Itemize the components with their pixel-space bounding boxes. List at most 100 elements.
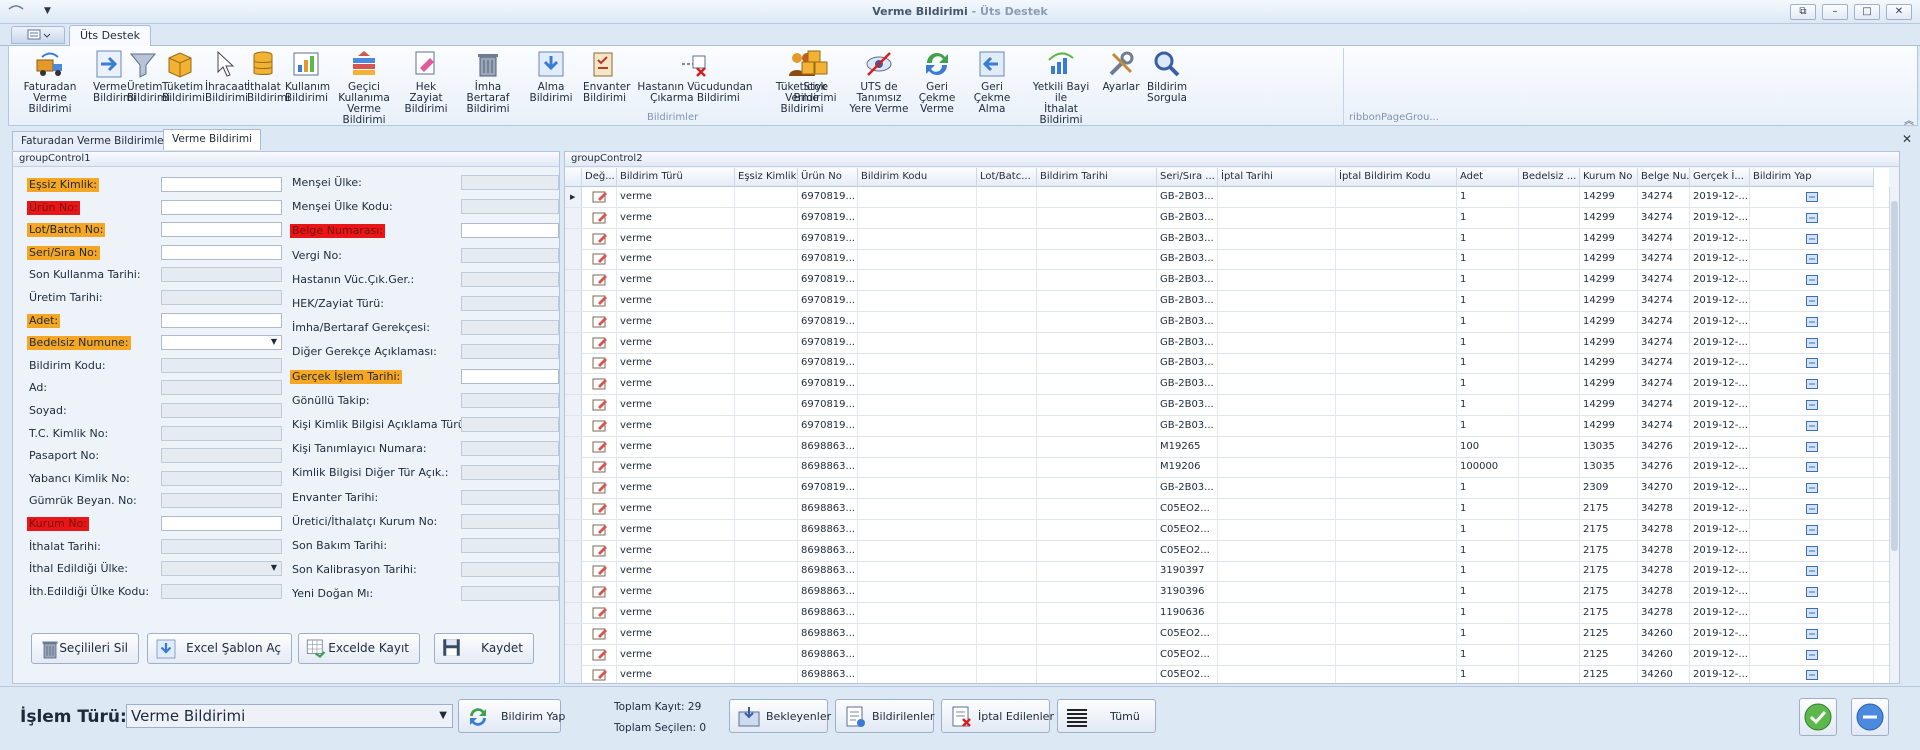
ribbon-button-5[interactable]: İthalat Bildirimi xyxy=(247,48,290,104)
edit-cell[interactable] xyxy=(582,540,617,561)
ribbon-button-20[interactable]: Bildirim Sorgula xyxy=(1147,48,1187,104)
form-button-0[interactable]: Seçilileri Sil xyxy=(31,633,139,664)
column-header[interactable]: Seri/Sıra ... xyxy=(1157,168,1218,187)
edit-cell[interactable] xyxy=(582,291,617,311)
bildirim-yap-button[interactable]: Bildirim Yap xyxy=(458,699,565,733)
application-menu-button[interactable] xyxy=(11,26,65,44)
restore-down-icon[interactable]: ⧉ xyxy=(1790,4,1816,20)
tab-verme-bildirimi[interactable]: Verme Bildirimi xyxy=(163,129,261,150)
table-row[interactable]: verme 6970819... GB-2B03... 1 14299 34274 2019… xyxy=(565,291,1889,312)
edit-cell[interactable] xyxy=(582,353,617,374)
table-row[interactable]: verme 8698863... 3190396 1 2175 34278 2019-12-… xyxy=(565,582,1889,604)
column-header[interactable]: Bildirim Kodu xyxy=(858,168,977,187)
islem-turu-select[interactable]: Verme Bildirimi ▼ xyxy=(126,704,453,728)
bildirim-yap-cell[interactable] xyxy=(1750,311,1874,332)
bildirim-yap-cell[interactable] xyxy=(1750,582,1874,603)
bildirim-yap-cell[interactable] xyxy=(1750,457,1874,478)
ribbon-button-18[interactable]: Yetkili Bayi ile İthalat Bildirimi xyxy=(1026,48,1096,126)
form-button-3[interactable]: Kaydet xyxy=(434,633,534,664)
table-row[interactable]: verme 8698863... C05EO2... 1 2125 34260 2019-1… xyxy=(565,665,1889,683)
bildirim-yap-cell[interactable] xyxy=(1750,644,1874,665)
edit-cell[interactable] xyxy=(582,478,617,499)
column-header[interactable]: Bedelsiz ... xyxy=(1519,168,1580,187)
close-document-icon[interactable]: ✕ xyxy=(1902,132,1912,146)
tab-faturadan-verme-bildirimleri[interactable]: Faturadan Verme Bildirimleri xyxy=(12,131,180,150)
bildirim-yap-cell[interactable] xyxy=(1750,187,1874,207)
bildirim-yap-cell[interactable] xyxy=(1750,540,1874,561)
table-row[interactable]: verme 6970819... GB-2B03... 1 14299 34274 2019… xyxy=(565,228,1889,250)
cancel-button[interactable] xyxy=(1851,698,1889,736)
table-row[interactable]: verme 6970819... GB-2B03... 1 2309 34270 2019-… xyxy=(565,478,1889,500)
confirm-button[interactable] xyxy=(1799,698,1837,736)
ribbon-button-16[interactable]: Geri Çekme Verme xyxy=(913,48,961,115)
column-header[interactable]: Kurum No xyxy=(1580,168,1638,187)
column-header[interactable]: Adet xyxy=(1457,168,1519,187)
table-row[interactable]: verme 6970819... GB-2B03... 1 14299 34274 2019… xyxy=(565,249,1889,271)
ribbon-button-17[interactable]: Geri Çekme Alma xyxy=(967,48,1017,115)
ribbon-button-8[interactable]: Hek Zayiat Bildirimi xyxy=(398,48,454,115)
edit-cell[interactable] xyxy=(582,311,617,332)
ribbon-button-14[interactable]: Stok Bildirimi xyxy=(787,48,843,104)
table-row[interactable]: verme 8698863... C05EO2... 1 2175 34278 2019-1… xyxy=(565,499,1889,520)
tumu-button[interactable]: Tümü xyxy=(1057,699,1156,733)
form-button-2[interactable]: Excelde Kayıt xyxy=(298,633,420,664)
column-header[interactable]: Bildirim Türü xyxy=(617,168,735,187)
column-header[interactable]: Değ... xyxy=(582,168,617,187)
edit-cell[interactable] xyxy=(582,665,617,683)
bildirim-yap-cell[interactable] xyxy=(1750,374,1874,395)
bildirim-yap-cell[interactable] xyxy=(1750,207,1874,228)
ribbon-button-11[interactable]: Envanter Bildirimi xyxy=(583,48,631,104)
table-row[interactable]: verme 8698863... C05EO2... 1 2175 34278 2019-1… xyxy=(565,519,1889,541)
ribbon-button-1[interactable]: Verme Bildirimi xyxy=(93,48,136,104)
bildirim-yap-cell[interactable] xyxy=(1750,436,1874,457)
edit-cell[interactable] xyxy=(582,270,617,291)
table-row[interactable]: verme 8698863... 3190397 1 2175 34278 2019-12-… xyxy=(565,561,1889,583)
table-row[interactable]: verme 8698863... M19265 100 13035 34276 2019-1… xyxy=(565,436,1889,458)
close-button[interactable]: ✕ xyxy=(1886,4,1912,20)
table-row[interactable]: verme 8698863... C05EO2... 1 2175 34278 2019-1… xyxy=(565,540,1889,562)
bildirim-yap-cell[interactable] xyxy=(1750,332,1874,353)
table-row[interactable]: verme 6970819... GB-2B03... 1 14299 34274 2019… xyxy=(565,207,1889,229)
ribbon-button-0[interactable]: Faturadan Verme Bildirimi xyxy=(11,48,89,115)
field-input[interactable] xyxy=(161,516,282,531)
bildirim-yap-cell[interactable] xyxy=(1750,291,1874,311)
table-row[interactable]: verme 6970819... GB-2B03... 1 14299 34274 2019… xyxy=(565,332,1889,354)
field-input[interactable] xyxy=(161,199,282,215)
table-row[interactable]: verme 6970819... GB-2B03... 1 14299 34274 2019… xyxy=(565,374,1889,396)
column-header[interactable]: Eşsiz Kimlik xyxy=(735,168,798,187)
column-header[interactable]: Gerçek İ... xyxy=(1690,168,1750,187)
edit-cell[interactable] xyxy=(582,374,617,395)
ribbon-button-7[interactable]: Geçici Kullanıma Verme Bildirimi xyxy=(334,48,394,126)
column-header[interactable]: Ürün No xyxy=(798,168,858,187)
edit-cell[interactable] xyxy=(582,519,617,540)
bildirilenler-button[interactable]: Bildirilenler xyxy=(835,699,934,733)
ribbon-button-6[interactable]: Kullanım Bildirimi xyxy=(285,48,330,104)
form-button-1[interactable]: Excel Şablon Aç xyxy=(147,633,292,664)
maximize-button[interactable]: □ xyxy=(1854,4,1880,20)
bildirim-yap-cell[interactable] xyxy=(1750,415,1874,436)
field-input[interactable] xyxy=(161,244,282,260)
bildirim-yap-cell[interactable] xyxy=(1750,353,1874,374)
ribbon-button-15[interactable]: UTS de Tanımsız Yere Verme xyxy=(847,48,911,115)
edit-cell[interactable] xyxy=(582,561,617,582)
table-row[interactable]: verme 6970819... GB-2B03... 1 14299 34274 2019… xyxy=(565,395,1889,416)
column-header[interactable]: İptal Tarihi xyxy=(1218,168,1336,187)
field-input[interactable] xyxy=(461,223,559,239)
iptal-edilenler-button[interactable]: İptal Edilenler xyxy=(941,699,1054,733)
edit-cell[interactable] xyxy=(582,395,617,415)
minimize-button[interactable]: – xyxy=(1822,4,1848,20)
ribbon-button-9[interactable]: İmha Bertaraf Bildirimi xyxy=(458,48,518,115)
bildirim-yap-cell[interactable] xyxy=(1750,478,1874,499)
ribbon-button-12[interactable]: Hastanın Vücudundan Çıkarma Bildirimi xyxy=(627,48,763,104)
data-grid[interactable]: Değ... Bildirim Türü Eşsiz Kimlik Ürün No Bi… xyxy=(565,168,1889,683)
ribbon-button-3[interactable]: Tüketim Bildirimi xyxy=(162,48,205,104)
bildirim-yap-cell[interactable] xyxy=(1750,665,1874,683)
bildirim-yap-cell[interactable] xyxy=(1750,249,1874,270)
table-row[interactable]: verme 8698863... C05EO2... 1 2125 34260 2019-1… xyxy=(565,623,1889,645)
edit-cell[interactable] xyxy=(582,603,617,623)
edit-cell[interactable] xyxy=(582,499,617,519)
table-row[interactable]: verme 6970819... GB-2B03... 1 14299 34274 2019… xyxy=(565,415,1889,437)
bildirim-yap-cell[interactable] xyxy=(1750,228,1874,249)
bildirim-yap-cell[interactable] xyxy=(1750,623,1874,644)
edit-cell[interactable] xyxy=(582,249,617,270)
